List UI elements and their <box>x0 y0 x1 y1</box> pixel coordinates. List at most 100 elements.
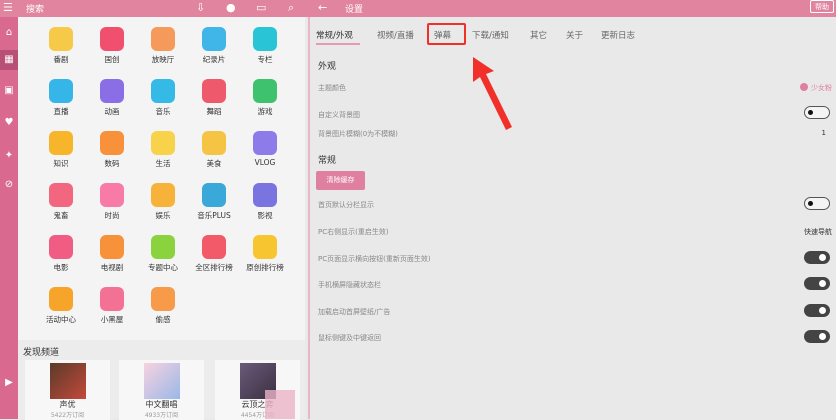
home-icon[interactable]: ⌂ <box>2 27 16 41</box>
theme-value[interactable]: 少女粉 <box>800 83 832 93</box>
category-item[interactable]: 游戏 <box>240 79 290 117</box>
setting-toggle[interactable] <box>804 330 830 343</box>
category-item[interactable]: 纪录片 <box>189 27 239 65</box>
tab-changelog[interactable]: 更新日志 <box>601 29 635 41</box>
refresh-float-button[interactable] <box>265 390 295 419</box>
channel-avatar <box>49 363 86 399</box>
blur-label: 背景图片模糊(0为不模糊) <box>318 130 398 138</box>
star-icon[interactable]: ✦ <box>2 150 16 164</box>
category-item[interactable]: 美食 <box>189 131 239 169</box>
category-item[interactable]: 舞蹈 <box>189 79 239 117</box>
search-icon[interactable]: ⌕ <box>288 1 294 15</box>
tab-download[interactable]: 下载/通知 <box>472 29 509 41</box>
category-item[interactable]: 电视剧 <box>87 235 137 273</box>
heart-icon[interactable]: ♥ <box>2 117 16 131</box>
menu-icon[interactable]: ☰ <box>3 1 13 14</box>
category-label: 影视 <box>257 211 273 220</box>
blur-value[interactable]: 1 <box>822 129 826 137</box>
category-item[interactable]: VLOG <box>240 131 290 167</box>
channel-name: 中文翻唱 <box>145 400 178 409</box>
category-item[interactable]: 数码 <box>87 131 137 169</box>
category-item[interactable]: 小黑屋 <box>87 287 137 325</box>
channel-count: 4933万订阅 <box>144 412 179 419</box>
category-icon <box>100 183 124 207</box>
category-icon <box>151 183 175 207</box>
category-item[interactable]: 放映厅 <box>138 27 188 65</box>
category-icon[interactable]: ▦ <box>0 50 18 70</box>
category-icon <box>253 27 277 51</box>
category-item[interactable]: 音乐 <box>138 79 188 117</box>
category-item[interactable]: 电影 <box>36 235 86 273</box>
video-icon[interactable]: ▶ <box>2 377 16 391</box>
category-item[interactable]: 直播 <box>36 79 86 117</box>
custom-bg-toggle[interactable] <box>804 106 830 119</box>
setting-toggle[interactable] <box>804 304 830 317</box>
category-item[interactable]: 全区排行榜 <box>189 235 239 273</box>
category-item[interactable]: 时尚 <box>87 183 137 221</box>
category-item[interactable]: 影视 <box>240 183 290 221</box>
category-label: 纪录片 <box>202 55 226 64</box>
category-label: VLOG <box>254 158 276 167</box>
category-icon <box>253 183 277 207</box>
user-icon[interactable]: ● <box>226 1 236 14</box>
category-item[interactable]: 偷感 <box>138 287 188 325</box>
setting-value[interactable]: 快速导航 <box>804 227 832 237</box>
category-label: 活动中心 <box>46 315 76 324</box>
tab-general[interactable]: 常规/外观 <box>316 29 353 41</box>
category-label: 音乐 <box>155 107 171 116</box>
category-icon <box>100 235 124 259</box>
category-item[interactable]: 知识 <box>36 131 86 169</box>
category-icon <box>253 131 277 155</box>
category-icon <box>49 27 73 51</box>
tv-icon[interactable]: ▣ <box>2 85 16 99</box>
category-label: 数码 <box>104 159 120 168</box>
category-label: 国创 <box>104 55 120 64</box>
category-item[interactable]: 专题中心 <box>138 235 188 273</box>
highlight-box-annotation <box>427 23 466 45</box>
category-item[interactable]: 动画 <box>87 79 137 117</box>
category-label: 时尚 <box>104 211 120 220</box>
block-icon[interactable]: ⊘ <box>2 179 16 193</box>
help-button[interactable]: 帮助 <box>810 0 834 13</box>
channel-card[interactable]: 声优 5422万订阅 <box>25 360 110 420</box>
setting-label: 鼠标侧键及中键返回 <box>318 334 381 342</box>
category-item[interactable]: 国创 <box>87 27 137 65</box>
category-label: 动画 <box>104 107 120 116</box>
channel-card[interactable]: 中文翻唱 4933万订阅 <box>119 360 204 420</box>
category-icon <box>100 27 124 51</box>
history-icon[interactable]: ▭ <box>256 1 266 14</box>
category-label: 知识 <box>53 159 69 168</box>
tab-about[interactable]: 关于 <box>566 29 583 41</box>
category-icon <box>202 235 226 259</box>
setting-toggle[interactable] <box>804 277 830 290</box>
general-title: 常规 <box>318 156 337 166</box>
category-icon <box>202 183 226 207</box>
appearance-title: 外观 <box>318 62 337 72</box>
download-icon[interactable]: ⇩ <box>196 1 205 14</box>
category-label: 全区排行榜 <box>195 263 233 272</box>
back-arrow-icon[interactable]: ← <box>318 1 327 14</box>
category-item[interactable]: 专栏 <box>240 27 290 65</box>
setting-label: 首页默认分栏显示 <box>318 201 374 209</box>
search-label[interactable]: 搜索 <box>26 2 44 15</box>
category-item[interactable]: 音乐PLUS <box>189 183 239 221</box>
category-icon <box>253 235 277 259</box>
category-item[interactable]: 活动中心 <box>36 287 86 325</box>
category-item[interactable]: 番剧 <box>36 27 86 65</box>
channel-count: 5422万订阅 <box>50 412 85 419</box>
tab-other[interactable]: 其它 <box>530 29 547 41</box>
category-label: 娱乐 <box>155 211 171 220</box>
setting-toggle[interactable] <box>804 197 830 210</box>
category-icon <box>202 27 226 51</box>
category-label: 专栏 <box>257 55 273 64</box>
setting-toggle[interactable] <box>804 251 830 264</box>
category-item[interactable]: 娱乐 <box>138 183 188 221</box>
category-item[interactable]: 生活 <box>138 131 188 169</box>
category-item[interactable]: 鬼畜 <box>36 183 86 221</box>
category-item[interactable]: 原创排行榜 <box>240 235 290 273</box>
category-icon <box>49 183 73 207</box>
tab-video[interactable]: 视频/直播 <box>377 29 414 41</box>
category-label: 舞蹈 <box>206 107 222 116</box>
clear-cache-button[interactable]: 清除缓存 <box>316 171 365 190</box>
category-label: 直播 <box>53 107 69 116</box>
